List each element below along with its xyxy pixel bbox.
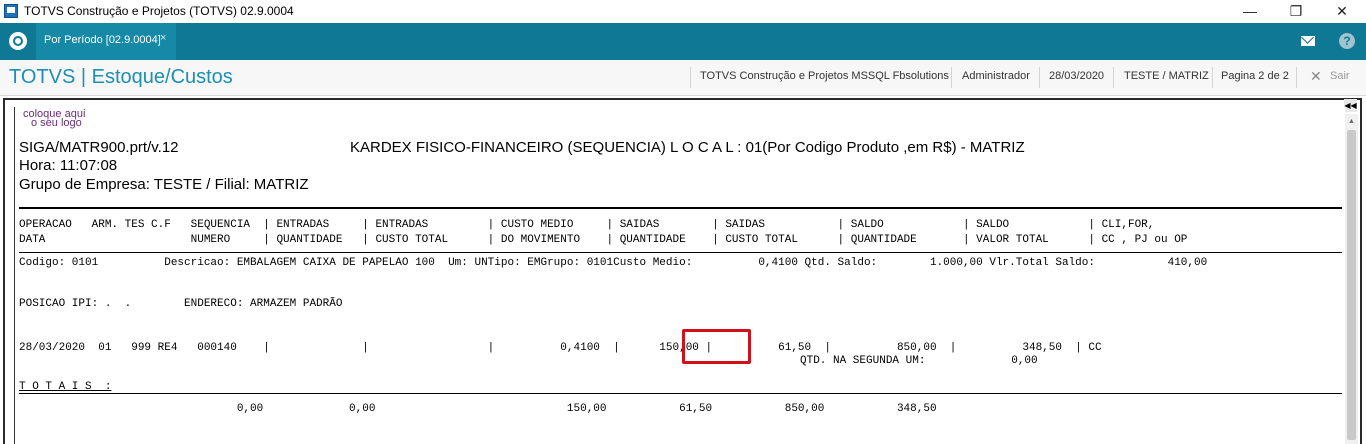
exit-icon[interactable]: ✕ [1310, 68, 1322, 85]
user-name: Administrador [962, 70, 1030, 82]
header-divider [1212, 67, 1213, 88]
restore-button[interactable]: ❐ [1273, 0, 1319, 23]
vertical-scrollbar[interactable]: ▲ [1345, 114, 1358, 444]
header-divider [1296, 67, 1297, 88]
columns-rule [19, 252, 1342, 253]
ipi-address-line: POSICAO IPI: . . ENDERECO: ARMAZEM PADRÃ… [19, 298, 343, 310]
minimize-button[interactable]: — [1227, 0, 1273, 23]
session-date: 28/03/2020 [1049, 70, 1105, 82]
header-rule [19, 207, 1342, 209]
totals-label: T O T A I S : [19, 381, 112, 393]
collapse-panel-button[interactable]: ◀◀ [1344, 99, 1357, 112]
totals-row: 0,00 0,00 150,00 61,50 850,00 348,50 [19, 403, 937, 415]
program-id: SIGA/MATR900.prt/v.12 [19, 139, 179, 156]
page-indicator: Pagina 2 de 2 [1221, 70, 1289, 82]
module-title: TOTVS | Estoque/Custos [9, 66, 233, 88]
mail-icon[interactable] [1301, 36, 1315, 46]
header-divider [690, 67, 691, 88]
company-group: Grupo de Empresa: TESTE / Filial: MATRIZ [19, 176, 309, 193]
tab-label: Por Período [02.9.0004] [44, 34, 161, 46]
tab-close-icon[interactable]: × [160, 32, 166, 44]
report-time: Hora: 11:07:08 [19, 157, 118, 174]
module-header: TOTVS | Estoque/Custos TOTVS Construção … [0, 60, 1366, 96]
exit-button[interactable]: Sair [1330, 70, 1350, 82]
product-line: Codigo: 0101 Descricao: EMBALAGEM CAIXA … [19, 257, 1208, 269]
second-unit-line: QTD. NA SEGUNDA UM: 0,00 [800, 355, 1038, 367]
logo-line-2: o seu logo [31, 117, 82, 129]
tab-por-periodo[interactable]: Por Período [02.9.0004] × [36, 23, 176, 60]
tab-bar: Por Período [02.9.0004] × ? [0, 23, 1366, 60]
window-title: TOTVS Construção e Projetos (TOTVS) 02.9… [24, 4, 294, 18]
movement-row: 28/03/2020 01 999 RE4 000140 | | | 0,410… [19, 342, 1102, 354]
header-divider [1113, 67, 1114, 88]
header-divider [951, 67, 952, 88]
close-window-button[interactable]: ✕ [1319, 0, 1365, 23]
header-divider [1039, 67, 1040, 88]
column-headers-row-1: OPERACAO ARM. TES C.F SEQUENCIA | ENTRAD… [19, 219, 1155, 231]
home-icon[interactable] [9, 32, 27, 50]
report-title: KARDEX FISICO-FINANCEIRO (SEQUENCIA) L O… [350, 139, 1025, 156]
window-title-bar: TOTVS Construção e Projetos (TOTVS) 02.9… [0, 0, 1366, 23]
report-page: coloque aqui o seu logo SIGA/MATR900.prt… [14, 107, 1345, 444]
scroll-up-icon[interactable]: ▲ [1345, 118, 1358, 125]
highlight-saidas-quantidade [682, 329, 751, 364]
branch-info: TESTE / MATRIZ [1124, 70, 1209, 82]
help-icon[interactable]: ? [1339, 33, 1355, 49]
app-icon [4, 4, 18, 18]
company-logo: coloque aqui o seu logo [23, 109, 85, 129]
company-info: TOTVS Construção e Projetos MSSQL Fbsolu… [700, 70, 949, 82]
totals-rule [19, 393, 1342, 394]
scrollbar-thumb[interactable] [1347, 130, 1356, 440]
column-headers-row-2: DATA NUMERO | QUANTIDADE | CUSTO TOTAL |… [19, 234, 1188, 246]
